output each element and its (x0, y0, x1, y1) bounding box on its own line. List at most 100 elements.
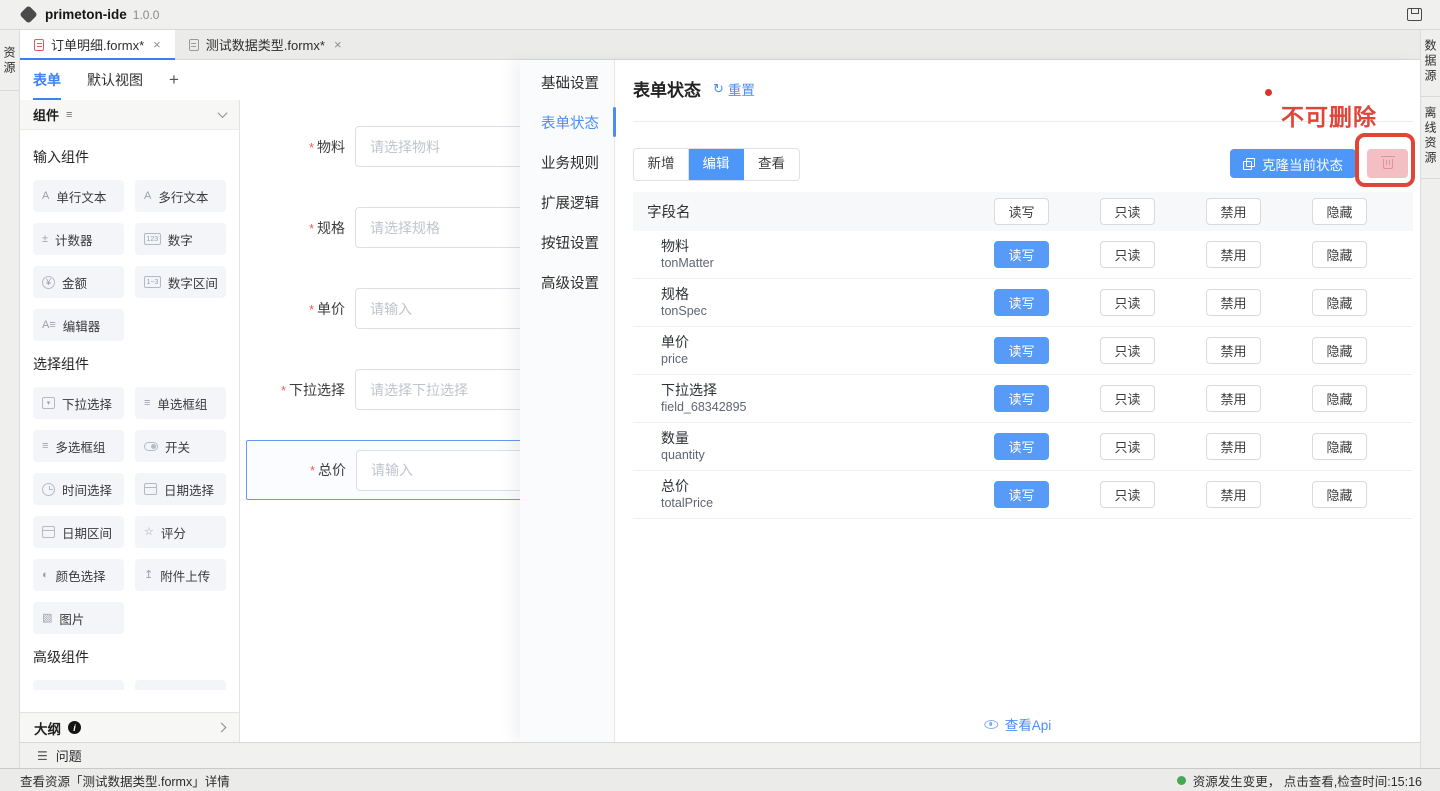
state-readonly-button[interactable]: 只读 (1100, 433, 1155, 460)
component-item-date-range[interactable]: 日期区间 (33, 516, 124, 548)
header-state-disabled-button[interactable]: 禁用 (1206, 198, 1261, 225)
save-icon[interactable] (1407, 8, 1422, 21)
state-readwrite-button[interactable]: 读写 (994, 337, 1049, 364)
field-display-name: 物料 (661, 238, 714, 255)
components-panel-header[interactable]: 组件 ≡ (20, 100, 239, 130)
field-name-block: 规格tonSpec (661, 286, 707, 319)
state-disabled-button[interactable]: 禁用 (1206, 433, 1261, 460)
component-item-counter[interactable]: ± 计数器 (33, 223, 124, 255)
state-tab-1[interactable]: 新增 (634, 149, 689, 180)
rail-tab-resources[interactable]: 资源 (0, 30, 19, 91)
settings-menu: 基础设置表单状态业务规则扩展逻辑按钮设置高级设置 (520, 60, 615, 742)
component-item-single-line-text[interactable]: A单行文本 (33, 180, 124, 212)
field-name-block: 单价price (661, 334, 689, 367)
row-state-options: 读写 只读 禁用 隐藏 (994, 433, 1367, 460)
component-item-dropdown-select[interactable]: ▾下拉选择 (33, 387, 124, 419)
counter-icon: ± (42, 234, 48, 245)
view-api-link[interactable]: 查看Api (984, 714, 1052, 734)
state-hidden-button[interactable]: 隐藏 (1312, 385, 1367, 412)
state-disabled-button[interactable]: 禁用 (1206, 241, 1261, 268)
rating-icon: ☆ (144, 527, 154, 538)
component-item-image[interactable]: ▧图片 (33, 602, 124, 634)
component-item-date-picker[interactable]: 日期选择 (135, 473, 226, 505)
state-hidden-button[interactable]: 隐藏 (1312, 241, 1367, 268)
state-hidden-button[interactable]: 隐藏 (1312, 337, 1367, 364)
settings-menu-item-4[interactable]: 扩展逻辑 (520, 182, 614, 222)
field-state-row: 总价totalPrice读写只读禁用隐藏 (633, 471, 1413, 519)
add-view-button[interactable]: + (169, 70, 179, 90)
header-state-readwrite-button[interactable]: 读写 (994, 198, 1049, 225)
component-item-editor[interactable]: A≡编辑器 (33, 309, 124, 341)
editor-tab[interactable]: 测试数据类型.formx*× (175, 30, 356, 59)
rail-tab-datasource[interactable]: 数据源 (1421, 30, 1440, 97)
state-tab-3[interactable]: 查看 (744, 149, 799, 180)
settings-menu-item-3[interactable]: 业务规则 (520, 142, 614, 182)
required-asterisk: * (309, 221, 314, 236)
state-readwrite-button[interactable]: 读写 (994, 241, 1049, 268)
chevron-down-icon[interactable] (218, 108, 228, 118)
header-state-hidden-button[interactable]: 隐藏 (1312, 198, 1367, 225)
editor-tab[interactable]: 订单明细.formx*× (20, 30, 175, 59)
component-label: 数字区间 (168, 273, 218, 292)
tab-form[interactable]: 表单 (33, 70, 61, 90)
reset-link[interactable]: ↻ 重置 (713, 79, 755, 99)
settings-menu-item-6[interactable]: 高级设置 (520, 262, 614, 302)
clone-current-state-button[interactable]: 克隆当前状态 (1230, 149, 1356, 178)
component-item-currency[interactable]: ¥金额 (33, 266, 124, 298)
component-item-stub[interactable] (135, 680, 226, 690)
status-right[interactable]: 资源发生变更， 点击查看,检查时间:15:16 (1177, 771, 1422, 790)
delete-state-button[interactable] (1367, 149, 1408, 178)
component-item-stub[interactable] (33, 680, 124, 690)
state-disabled-button[interactable]: 禁用 (1206, 337, 1261, 364)
state-readonly-button[interactable]: 只读 (1100, 337, 1155, 364)
required-asterisk: * (281, 383, 286, 398)
component-label: 日期选择 (164, 480, 214, 499)
settings-menu-item-2[interactable]: 表单状态 (520, 102, 614, 142)
state-readwrite-button[interactable]: 读写 (994, 289, 1049, 316)
state-readwrite-button[interactable]: 读写 (994, 433, 1049, 460)
tab-close-icon[interactable]: × (153, 37, 161, 52)
state-tab-2[interactable]: 编辑 (689, 149, 744, 180)
tab-default-view[interactable]: 默认视图 (87, 70, 143, 90)
state-hidden-button[interactable]: 隐藏 (1312, 481, 1367, 508)
component-item-switch[interactable]: 开关 (135, 430, 226, 462)
component-item-number-range[interactable]: 1~3 数字区间 (135, 266, 226, 298)
state-hidden-button[interactable]: 隐藏 (1312, 289, 1367, 316)
state-readwrite-button[interactable]: 读写 (994, 385, 1049, 412)
header-state-readonly-button[interactable]: 只读 (1100, 198, 1155, 225)
chevron-right-icon[interactable] (217, 723, 227, 733)
component-section-title: 输入组件 (33, 147, 226, 167)
table-header-row: 字段名 读写只读禁用隐藏 (633, 192, 1413, 231)
number-icon: 123 (144, 233, 161, 245)
component-item-rating[interactable]: ☆评分 (135, 516, 226, 548)
status-left-text[interactable]: 查看资源「测试数据类型.formx」详情 (20, 771, 230, 790)
state-hidden-button[interactable]: 隐藏 (1312, 433, 1367, 460)
currency-icon: ¥ (42, 276, 55, 289)
outline-bar[interactable]: 大纲 i (20, 712, 239, 742)
state-disabled-button[interactable]: 禁用 (1206, 481, 1261, 508)
component-label: 计数器 (55, 230, 93, 249)
component-item-time-picker[interactable]: 时间选择 (33, 473, 124, 505)
settings-menu-item-5[interactable]: 按钮设置 (520, 222, 614, 262)
state-readonly-button[interactable]: 只读 (1100, 289, 1155, 316)
component-item-number[interactable]: 123数字 (135, 223, 226, 255)
row-state-options: 读写 只读 禁用 隐藏 (994, 289, 1367, 316)
component-item-multi-line-text[interactable]: A多行文本 (135, 180, 226, 212)
state-readonly-button[interactable]: 只读 (1100, 241, 1155, 268)
state-disabled-button[interactable]: 禁用 (1206, 289, 1261, 316)
component-item-upload[interactable]: ↥附件上传 (135, 559, 226, 591)
component-item-color-picker[interactable]: ◐颜色选择 (33, 559, 124, 591)
problems-bar[interactable]: ☰ 问题 (20, 742, 1420, 768)
state-readwrite-button[interactable]: 读写 (994, 481, 1049, 508)
tab-close-icon[interactable]: × (334, 37, 342, 52)
row-state-options: 读写 只读 禁用 隐藏 (994, 481, 1367, 508)
field-label-text: 下拉选择 (289, 382, 345, 398)
component-item-radio-group[interactable]: ≡单选框组 (135, 387, 226, 419)
settings-menu-item-1[interactable]: 基础设置 (520, 62, 614, 102)
state-readonly-button[interactable]: 只读 (1100, 385, 1155, 412)
rail-tab-offline-resources[interactable]: 离线资源 (1421, 97, 1440, 179)
component-item-checkbox-group[interactable]: ≡多选框组 (33, 430, 124, 462)
state-disabled-button[interactable]: 禁用 (1206, 385, 1261, 412)
state-readonly-button[interactable]: 只读 (1100, 481, 1155, 508)
number-range-icon: 1~3 (144, 276, 161, 288)
